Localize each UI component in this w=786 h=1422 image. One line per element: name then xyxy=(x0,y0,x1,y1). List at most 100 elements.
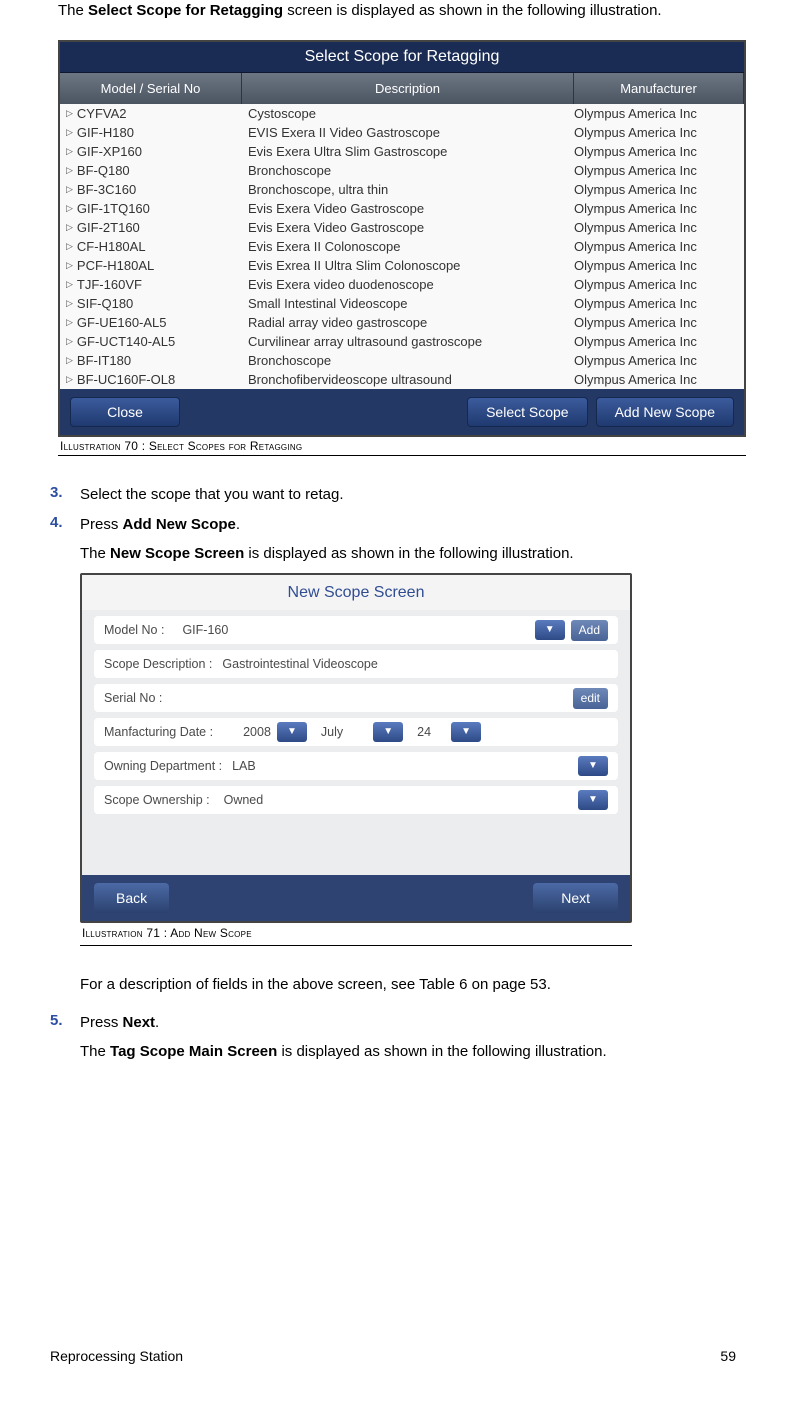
header-manufacturer: Manufacturer xyxy=(574,73,744,104)
step-4-number: 4. xyxy=(50,514,80,1004)
expand-icon: ▷ xyxy=(66,222,73,233)
footer-left: Reprocessing Station xyxy=(50,1348,183,1364)
cell-model: GF-UE160-AL5 xyxy=(77,315,167,330)
dept-dropdown-icon[interactable]: ▼ xyxy=(578,756,608,776)
cell-model: BF-3C160 xyxy=(77,182,136,197)
expand-icon: ▷ xyxy=(66,241,73,252)
cell-manufacturer: Olympus America Inc xyxy=(574,277,744,292)
cell-manufacturer: Olympus America Inc xyxy=(574,220,744,235)
cell-manufacturer: Olympus America Inc xyxy=(574,315,744,330)
table-row[interactable]: ▷CYFVA2CystoscopeOlympus America Inc xyxy=(60,104,744,123)
cell-description: Evis Exera Video Gastroscope xyxy=(248,220,574,235)
cell-description: Bronchoscope xyxy=(248,163,574,178)
cell-model: GIF-H180 xyxy=(77,125,134,140)
cell-description: Bronchofibervideoscope ultrasound xyxy=(248,372,574,387)
cell-manufacturer: Olympus America Inc xyxy=(574,258,744,273)
table-row[interactable]: ▷ GIF-1TQ160 Evis Exera Video GastroscopeO… xyxy=(60,199,744,218)
expand-icon: ▷ xyxy=(66,298,73,309)
cell-description: Evis Exera video duodenoscope xyxy=(248,277,574,292)
cell-description: Evis Exera Ultra Slim Gastroscope xyxy=(248,144,574,159)
figure-new-scope: New Scope Screen Model No : GIF-160 ▼ Ad… xyxy=(80,573,632,923)
cell-manufacturer: Olympus America Inc xyxy=(574,125,744,140)
cell-description: Evis Exera Video Gastroscope xyxy=(248,201,574,216)
step-3-number: 3. xyxy=(50,484,80,506)
table-row[interactable]: ▷GIF-2T160Evis Exera Video GastroscopeOl… xyxy=(60,218,744,237)
cell-model: BF-UC160F-OL8 xyxy=(77,372,175,387)
cell-model: SIF-Q180 xyxy=(77,296,133,311)
fig1-title: Select Scope for Retagging xyxy=(60,42,744,73)
cell-manufacturer: Olympus America Inc xyxy=(574,163,744,178)
field-serial-no: Serial No : edit xyxy=(94,684,618,712)
close-button[interactable]: Close xyxy=(70,397,180,427)
table-row[interactable]: ▷ SIF-Q180 Small Intestinal VideoscopeOlym… xyxy=(60,294,744,313)
table-row[interactable]: ▷ PCF-H180AL Evis Exrea II Ultra Slim Colo… xyxy=(60,256,744,275)
table-row[interactable]: ▷ BF-Q180 BronchoscopeOlympus America Inc xyxy=(60,161,744,180)
table-row[interactable]: ▷ GIF-XP160 Evis Exera Ultra Slim Gastrosc… xyxy=(60,142,744,161)
field-model-no: Model No : GIF-160 ▼ Add xyxy=(94,616,618,644)
table-row[interactable]: ▷ GF-UCT140-AL5 Curvilinear array ultrasou… xyxy=(60,332,744,351)
table-row[interactable]: ▷BF-IT180BronchoscopeOlympus America Inc xyxy=(60,351,744,370)
field-scope-description: Scope Description : Gastrointestinal Vid… xyxy=(94,650,618,678)
cell-manufacturer: Olympus America Inc xyxy=(574,144,744,159)
edit-button[interactable]: edit xyxy=(573,688,608,709)
table-row[interactable]: ▷BF-UC160F-OL8Bronchofibervideoscope ult… xyxy=(60,370,744,389)
table-row[interactable]: ▷BF-3C160Bronchoscope, ultra thinOlympus… xyxy=(60,180,744,199)
cell-manufacturer: Olympus America Inc xyxy=(574,106,744,121)
select-scope-button[interactable]: Select Scope xyxy=(467,397,588,427)
cell-model: BF-IT180 xyxy=(77,353,131,368)
cell-model: PCF-H180AL xyxy=(77,258,154,273)
cell-description: Cystoscope xyxy=(248,106,574,121)
field-reference: For a description of fields in the above… xyxy=(80,974,736,996)
add-new-scope-button[interactable]: Add New Scope xyxy=(596,397,734,427)
header-description: Description xyxy=(242,73,574,104)
step-5-number: 5. xyxy=(50,1012,80,1072)
expand-icon: ▷ xyxy=(66,260,73,271)
field-mfg-date: Manfacturing Date : 2008 ▼ July ▼ 24 ▼ xyxy=(94,718,618,746)
cell-description: Bronchoscope, ultra thin xyxy=(248,182,574,197)
cell-model: TJF-160VF xyxy=(77,277,142,292)
model-dropdown-icon[interactable]: ▼ xyxy=(535,620,565,640)
expand-icon: ▷ xyxy=(66,165,73,176)
step-4-line1: Press Add New Scope. xyxy=(80,514,736,536)
cell-description: Evis Exera II Colonoscope xyxy=(248,239,574,254)
cell-model: GIF-XP160 xyxy=(77,144,142,159)
table-row[interactable]: ▷ TJF-160VF Evis Exera video duodenoscopeO… xyxy=(60,275,744,294)
field-scope-ownership: Scope Ownership : Owned ▼ xyxy=(94,786,618,814)
add-button[interactable]: Add xyxy=(571,620,608,641)
fig1-header: Model / Serial No Description Manufactur… xyxy=(60,73,744,104)
cell-model: BF-Q180 xyxy=(77,163,130,178)
page-number: 59 xyxy=(720,1348,736,1364)
expand-icon: ▷ xyxy=(66,146,73,157)
header-model: Model / Serial No xyxy=(60,73,242,104)
expand-icon: ▷ xyxy=(66,279,73,290)
back-button[interactable]: Back xyxy=(94,883,169,913)
intro-paragraph: The Select Scope for Retagging screen is… xyxy=(58,0,736,22)
cell-description: Evis Exrea II Ultra Slim Colonoscope xyxy=(248,258,574,273)
cell-model: GIF-1TQ160 xyxy=(77,201,150,216)
year-dropdown-icon[interactable]: ▼ xyxy=(277,722,307,742)
expand-icon: ▷ xyxy=(66,336,73,347)
month-dropdown-icon[interactable]: ▼ xyxy=(373,722,403,742)
cell-manufacturer: Olympus America Inc xyxy=(574,334,744,349)
cell-manufacturer: Olympus America Inc xyxy=(574,201,744,216)
expand-icon: ▷ xyxy=(66,184,73,195)
expand-icon: ▷ xyxy=(66,108,73,119)
figure1-caption: Illustration 70 : Select Scopes for Reta… xyxy=(58,437,746,456)
step-5-line2: The Tag Scope Main Screen is displayed a… xyxy=(80,1041,736,1063)
ownership-dropdown-icon[interactable]: ▼ xyxy=(578,790,608,810)
expand-icon: ▷ xyxy=(66,127,73,138)
expand-icon: ▷ xyxy=(66,203,73,214)
cell-description: EVIS Exera II Video Gastroscope xyxy=(248,125,574,140)
step-5-line1: Press Next. xyxy=(80,1012,736,1034)
cell-manufacturer: Olympus America Inc xyxy=(574,296,744,311)
table-row[interactable]: ▷ GIF-H180 EVIS Exera II Video Gastroscope… xyxy=(60,123,744,142)
cell-description: Curvilinear array ultrasound gastroscope xyxy=(248,334,574,349)
table-row[interactable]: ▷GF-UE160-AL5Radial array video gastrosc… xyxy=(60,313,744,332)
cell-model: GF-UCT140-AL5 xyxy=(77,334,175,349)
day-dropdown-icon[interactable]: ▼ xyxy=(451,722,481,742)
next-button[interactable]: Next xyxy=(533,883,618,913)
cell-manufacturer: Olympus America Inc xyxy=(574,353,744,368)
figure-select-scope: Select Scope for Retagging Model / Seria… xyxy=(58,40,746,437)
table-row[interactable]: ▷CF-H180ALEvis Exera II ColonoscopeOlymp… xyxy=(60,237,744,256)
cell-description: Small Intestinal Videoscope xyxy=(248,296,574,311)
